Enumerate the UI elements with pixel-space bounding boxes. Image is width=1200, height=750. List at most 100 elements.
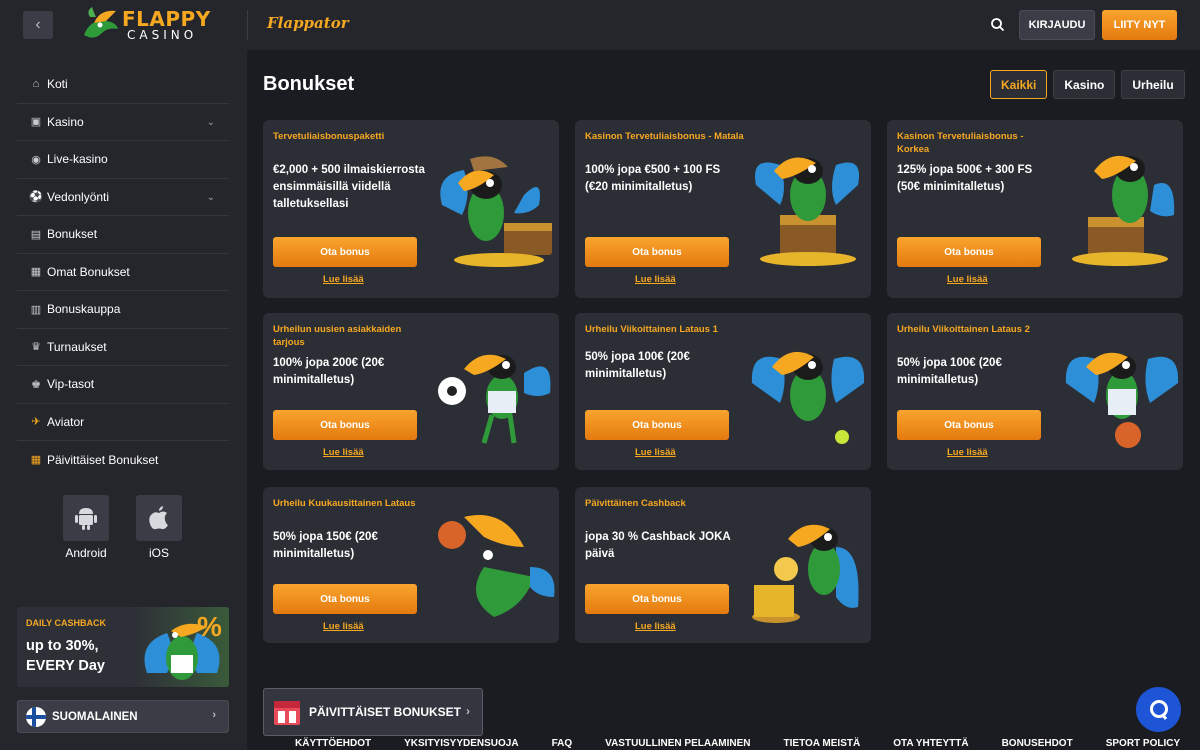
sidebar-item-paivittaiset-bonukset[interactable]: ▦ Päivittäiset Bonukset [17, 441, 229, 479]
bonus-card-title: Urheilu Viikoittainen Lataus 2 [897, 324, 1030, 335]
claim-bonus-button[interactable]: Ota bonus [585, 237, 729, 267]
live-icon: ◉ [31, 153, 41, 166]
chevron-right-icon: › [466, 704, 470, 718]
sidebar-item-label: Vip-tasot [47, 377, 95, 392]
promo-line-1: up to 30%, [26, 638, 99, 654]
search-icon[interactable] [989, 16, 1007, 34]
sidebar-item-label: Aviator [47, 414, 85, 429]
tab-urheilu[interactable]: Urheilu [1121, 70, 1185, 99]
footer-link-responsible-gaming[interactable]: VASTUULLINEN PELAAMINEN [605, 738, 750, 749]
bonus-filter-tabs: Kaikki Kasino Urheilu [990, 70, 1185, 99]
android-app-button[interactable] [63, 495, 109, 541]
sidebar-item-label: Päivittäiset Bonukset [47, 452, 159, 467]
sidebar-item-label: Turnaukset [47, 339, 107, 354]
read-more-link[interactable]: Lue lisää [323, 447, 364, 458]
sidebar-item-bonuskauppa[interactable]: ▥ Bonuskauppa [17, 291, 229, 329]
claim-bonus-button[interactable]: Ota bonus [897, 237, 1041, 267]
bonus-card-description: 100% jopa 200€ (20€ minimitalletus) [273, 357, 385, 386]
footer-links: KÄYTTÖEHDOT YKSITYISYYDENSUOJA FAQ VASTU… [295, 738, 1200, 749]
page-title: Bonukset [263, 73, 355, 95]
footer-link-terms[interactable]: KÄYTTÖEHDOT [295, 738, 371, 749]
bonus-card-title: Urheilun uusien asiakkaiden tarjous [273, 324, 402, 348]
android-app-tile[interactable]: Android [63, 495, 109, 560]
footer-link-about[interactable]: TIETOA MEISTÄ [784, 738, 861, 749]
sidebar-item-label: Bonuskauppa [47, 302, 121, 317]
sidebar-item-vedonlyonti[interactable]: ⚽ Vedonlyönti ⌄ [17, 179, 229, 216]
login-button[interactable]: KIRJAUDU [1019, 10, 1095, 40]
language-selector[interactable]: SUOMALAINEN › [17, 700, 229, 733]
banner-label: PÄIVITTÄISET BONUKSET [309, 705, 462, 719]
toucan-treasure-image [440, 156, 552, 267]
sidebar-item-label: Bonukset [47, 227, 98, 242]
sidebar-item-label: Kasino [47, 114, 84, 129]
bonus-card-description: 50% jopa 150€ (20€ minimitalletus) [273, 531, 378, 560]
read-more-link[interactable]: Lue lisää [323, 621, 364, 632]
read-more-link[interactable]: Lue lisää [947, 447, 988, 458]
read-more-link[interactable]: Lue lisää [323, 274, 364, 285]
sidebar-item-koti[interactable]: ⌂ Koti [17, 66, 229, 104]
tab-kasino[interactable]: Kasino [1053, 70, 1116, 99]
bonus-icon: ▦ [30, 266, 42, 279]
daily-bonuses-banner[interactable]: PÄIVITTÄISET BONUKSET › [263, 688, 483, 736]
bonus-card: Kasinon Tervetuliaisbonus - Korkea 125% … [887, 120, 1183, 298]
sidebar-item-bonukset[interactable]: ▤ Bonukset [17, 216, 229, 254]
bonus-card: Kasinon Tervetuliaisbonus - Matala 100% … [575, 120, 871, 298]
claim-bonus-button[interactable]: Ota bonus [897, 410, 1041, 440]
join-button[interactable]: LIITY NYT [1102, 10, 1177, 40]
bonus-card: Tervetuliaisbonuspaketti €2,000 + 500 il… [263, 120, 559, 298]
sidebar-item-omat-bonukset[interactable]: ▦ Omat Bonukset [17, 254, 229, 291]
app-downloads: Android iOS [63, 495, 182, 560]
toucan-tennis-image [751, 351, 865, 444]
chevron-right-icon: › [212, 709, 216, 721]
footer-link-privacy[interactable]: YKSITYISYYDENSUOJA [404, 738, 518, 749]
read-more-link[interactable]: Lue lisää [947, 274, 988, 285]
bonus-card: Urheilu Kuukausittainen Lataus 50% jopa … [263, 487, 559, 643]
ios-app-button[interactable] [136, 495, 182, 541]
sidebar-item-vip-tasot[interactable]: ♚ Vip-tasot [17, 366, 229, 404]
bonus-card: Urheilun uusien asiakkaiden tarjous 100%… [263, 313, 559, 470]
chevron-down-icon[interactable]: ⌄ [207, 192, 215, 203]
claim-bonus-button[interactable]: Ota bonus [273, 584, 417, 614]
collapse-sidebar-button[interactable]: ‹ [23, 11, 53, 39]
claim-bonus-button[interactable]: Ota bonus [273, 410, 417, 440]
daily-cashback-promo[interactable]: DAILY CASHBACK up to 30%, EVERY Day % [17, 607, 229, 687]
sidebar-nav: ⌂ Koti ▣ Kasino ⌄ ◉ Live-kasino ⚽ Vedonl… [17, 66, 229, 479]
claim-bonus-button[interactable]: Ota bonus [273, 237, 417, 267]
sidebar-item-label: Omat Bonukset [47, 264, 130, 279]
top-divider [247, 10, 248, 40]
finland-flag-icon [26, 706, 46, 727]
gift-icon: ▤ [30, 228, 42, 241]
bonus-card-title: Kasinon Tervetuliaisbonus - Korkea [897, 131, 1024, 155]
bonus-card-description: 50% jopa 100€ (20€ minimitalletus) [585, 351, 690, 380]
live-chat-button[interactable] [1136, 687, 1181, 732]
toucan-treasure-image [1072, 155, 1175, 266]
top-bar: ‹ FLAPPY CASINO Flappator KIRJAUDU LIITY… [0, 0, 1200, 50]
footer-link-sport-policy[interactable]: SPORT POLICY [1106, 738, 1180, 749]
claim-bonus-button[interactable]: Ota bonus [585, 410, 729, 440]
read-more-link[interactable]: Lue lisää [635, 274, 676, 285]
footer-link-contact[interactable]: OTA YHTEYTTÄ [893, 738, 968, 749]
read-more-link[interactable]: Lue lisää [635, 447, 676, 458]
toucan-logo-icon [84, 7, 118, 38]
toucan-coins-image [752, 524, 859, 623]
flappator-link[interactable]: Flappator [267, 14, 349, 32]
footer-link-bonus-terms[interactable]: BONUSEHDOT [1002, 738, 1073, 749]
sidebar-item-live-kasino[interactable]: ◉ Live-kasino [17, 141, 229, 179]
chevron-down-icon[interactable]: ⌄ [207, 117, 215, 128]
sidebar-item-turnaukset[interactable]: ♛ Turnaukset [17, 329, 229, 366]
bonus-card-title: Urheilu Kuukausittainen Lataus [273, 498, 416, 509]
shop-icon: ▥ [30, 303, 42, 316]
sidebar-item-aviator[interactable]: ✈ Aviator [17, 404, 229, 441]
tab-kaikki[interactable]: Kaikki [990, 70, 1048, 99]
bonus-card-description: 125% jopa 500€ + 300 FS (50€ minimitalle… [897, 164, 1033, 193]
bonus-card-description: 100% jopa €500 + 100 FS (€20 minimitalle… [585, 164, 721, 193]
ios-app-tile[interactable]: iOS [136, 495, 182, 560]
sidebar: ⌂ Koti ▣ Kasino ⌄ ◉ Live-kasino ⚽ Vedonl… [0, 50, 247, 750]
promo-line-2: EVERY Day [26, 658, 105, 674]
logo[interactable]: FLAPPY CASINO [80, 5, 210, 45]
footer-link-faq[interactable]: FAQ [552, 738, 573, 749]
claim-bonus-button[interactable]: Ota bonus [585, 584, 729, 614]
toucan-football-image [438, 354, 551, 444]
read-more-link[interactable]: Lue lisää [635, 621, 676, 632]
sidebar-item-kasino[interactable]: ▣ Kasino ⌄ [17, 104, 229, 141]
